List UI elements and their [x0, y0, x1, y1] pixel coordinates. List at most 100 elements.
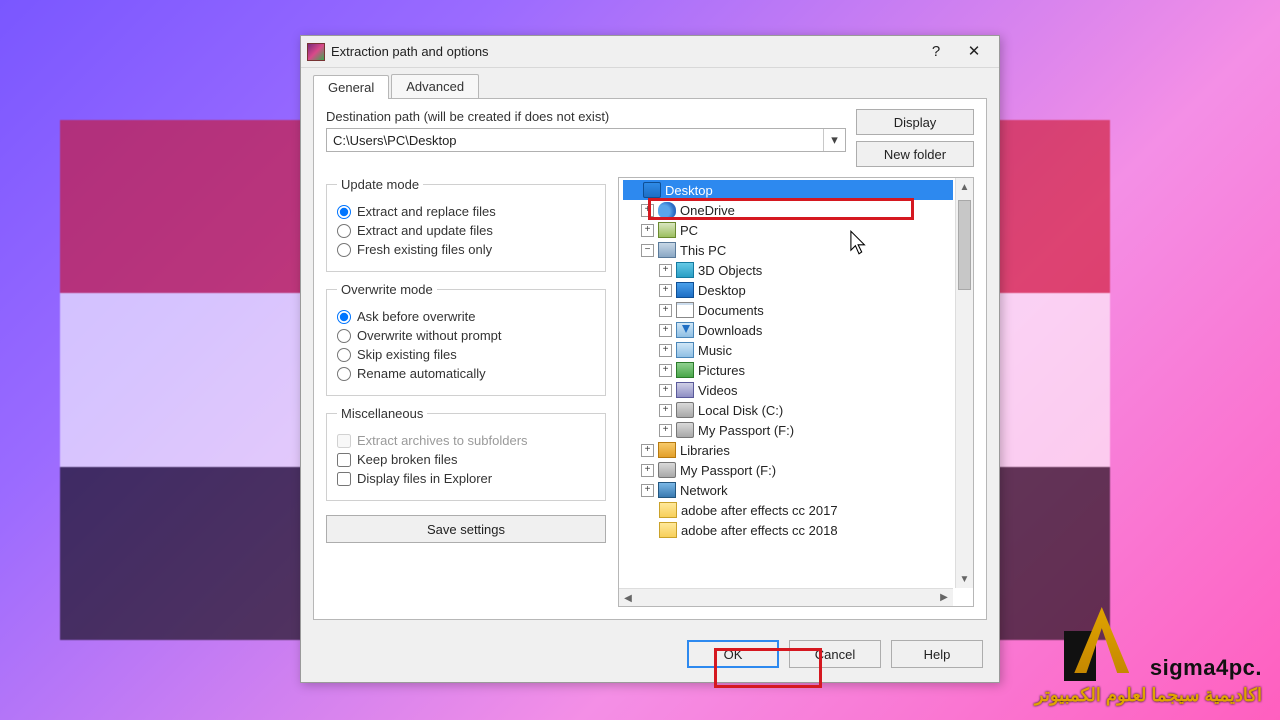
expand-icon[interactable]: + — [641, 484, 654, 497]
scroll-up-icon[interactable]: ▲ — [956, 178, 973, 196]
radio-extract-replace[interactable]: Extract and replace files — [337, 204, 595, 219]
downloads-icon — [676, 322, 694, 338]
tree-node-desktop[interactable]: +Desktop — [623, 280, 953, 300]
radio-overwrite-noprompt[interactable]: Overwrite without prompt — [337, 328, 595, 343]
cloud-icon — [658, 202, 676, 218]
radio-ask-before[interactable]: Ask before overwrite — [337, 309, 595, 324]
tree-node-network[interactable]: +Network — [623, 480, 953, 500]
tree-node-onedrive[interactable]: +OneDrive — [623, 200, 953, 220]
disk-icon — [658, 462, 676, 478]
sigma-logo-icon — [1064, 603, 1142, 681]
new-folder-button[interactable]: New folder — [856, 141, 974, 167]
expand-icon[interactable]: + — [641, 444, 654, 457]
desktop-icon — [643, 182, 661, 198]
folder-icon — [659, 502, 677, 518]
tab-advanced[interactable]: Advanced — [391, 74, 479, 98]
pictures-icon — [676, 362, 694, 378]
tree-node-documents[interactable]: +Documents — [623, 300, 953, 320]
dialog-buttons: OK Cancel Help — [301, 630, 999, 682]
desktop-folder-icon — [676, 282, 694, 298]
expand-icon[interactable]: + — [659, 344, 672, 357]
expand-icon[interactable]: + — [659, 384, 672, 397]
expand-icon[interactable]: + — [659, 264, 672, 277]
radio-skip-existing[interactable]: Skip existing files — [337, 347, 595, 362]
tree-node-desktop-root[interactable]: Desktop — [623, 180, 953, 200]
expand-icon[interactable]: + — [659, 364, 672, 377]
radio-fresh-only[interactable]: Fresh existing files only — [337, 242, 595, 257]
help-button[interactable]: ? — [917, 39, 955, 65]
radio-rename-auto[interactable]: Rename automatically — [337, 366, 595, 381]
update-mode-group: Update mode Extract and replace files Ex… — [326, 177, 606, 272]
user-icon — [658, 222, 676, 238]
close-button[interactable]: ✕ — [955, 39, 993, 65]
window-title: Extraction path and options — [331, 44, 917, 59]
expand-icon[interactable]: + — [659, 324, 672, 337]
watermark: sigma4pc. اكاديمية سيجما لعلوم الكمبيوتر — [1035, 603, 1262, 706]
scroll-left-icon[interactable]: ◀ — [619, 590, 637, 607]
tree-node-folder-ae2017[interactable]: adobe after effects cc 2017 — [623, 500, 953, 520]
tree-node-3dobjects[interactable]: +3D Objects — [623, 260, 953, 280]
tree-node-downloads[interactable]: +Downloads — [623, 320, 953, 340]
overwrite-mode-legend: Overwrite mode — [337, 282, 437, 297]
tree-node-my-passport-internal[interactable]: +My Passport (F:) — [623, 420, 953, 440]
expand-icon[interactable]: + — [659, 404, 672, 417]
tree-node-videos[interactable]: +Videos — [623, 380, 953, 400]
tab-general[interactable]: General — [313, 75, 389, 99]
chevron-down-icon[interactable]: ▾ — [823, 129, 845, 151]
expand-icon[interactable]: + — [659, 284, 672, 297]
tree-node-this-pc[interactable]: −This PC — [623, 240, 953, 260]
tabs: General Advanced — [301, 68, 999, 98]
horizontal-scrollbar[interactable]: ◀ ▶ — [619, 588, 953, 606]
help-dialog-button[interactable]: Help — [891, 640, 983, 668]
folder-tree[interactable]: Desktop +OneDrive +PC −This PC +3D Objec… — [618, 177, 974, 607]
check-extract-subfolders: Extract archives to subfolders — [337, 433, 595, 448]
expand-icon[interactable]: + — [641, 224, 654, 237]
expand-icon[interactable]: + — [641, 464, 654, 477]
scroll-thumb[interactable] — [958, 200, 971, 290]
winrar-icon — [307, 43, 325, 61]
watermark-brand: sigma4pc. — [1150, 655, 1262, 681]
radio-extract-update[interactable]: Extract and update files — [337, 223, 595, 238]
overwrite-mode-group: Overwrite mode Ask before overwrite Over… — [326, 282, 606, 396]
destination-path-input[interactable] — [327, 129, 823, 151]
cancel-button[interactable]: Cancel — [789, 640, 881, 668]
disk-icon — [676, 402, 694, 418]
tree-node-my-passport[interactable]: +My Passport (F:) — [623, 460, 953, 480]
tree-node-pictures[interactable]: +Pictures — [623, 360, 953, 380]
expand-icon[interactable]: + — [659, 304, 672, 317]
tab-body-general: Destination path (will be created if doe… — [313, 98, 987, 620]
music-icon — [676, 342, 694, 358]
tree-node-music[interactable]: +Music — [623, 340, 953, 360]
disk-icon — [676, 422, 694, 438]
titlebar[interactable]: Extraction path and options ? ✕ — [301, 36, 999, 68]
network-icon — [658, 482, 676, 498]
tree-node-folder-ae2018[interactable]: adobe after effects cc 2018 — [623, 520, 953, 540]
computer-icon — [658, 242, 676, 258]
ok-button[interactable]: OK — [687, 640, 779, 668]
documents-icon — [676, 302, 694, 318]
scroll-right-icon[interactable]: ▶ — [935, 589, 953, 606]
scroll-down-icon[interactable]: ▼ — [956, 570, 973, 588]
check-display-explorer[interactable]: Display files in Explorer — [337, 471, 595, 486]
tree-node-local-disk-c[interactable]: +Local Disk (C:) — [623, 400, 953, 420]
dest-label: Destination path (will be created if doe… — [326, 109, 846, 124]
watermark-subtitle: اكاديمية سيجما لعلوم الكمبيوتر — [1035, 685, 1262, 706]
folder-icon — [659, 522, 677, 538]
update-mode-legend: Update mode — [337, 177, 423, 192]
videos-icon — [676, 382, 694, 398]
display-button[interactable]: Display — [856, 109, 974, 135]
miscellaneous-legend: Miscellaneous — [337, 406, 427, 421]
tree-node-pc-user[interactable]: +PC — [623, 220, 953, 240]
expand-icon[interactable]: + — [659, 424, 672, 437]
vertical-scrollbar[interactable]: ▲ ▼ — [955, 178, 973, 588]
libraries-icon — [658, 442, 676, 458]
collapse-icon[interactable]: − — [641, 244, 654, 257]
miscellaneous-group: Miscellaneous Extract archives to subfol… — [326, 406, 606, 501]
folder-tree-inner[interactable]: Desktop +OneDrive +PC −This PC +3D Objec… — [619, 178, 953, 588]
destination-path-combo[interactable]: ▾ — [326, 128, 846, 152]
save-settings-button[interactable]: Save settings — [326, 515, 606, 543]
3dobjects-icon — [676, 262, 694, 278]
tree-node-libraries[interactable]: +Libraries — [623, 440, 953, 460]
expand-icon[interactable]: + — [641, 204, 654, 217]
check-keep-broken[interactable]: Keep broken files — [337, 452, 595, 467]
